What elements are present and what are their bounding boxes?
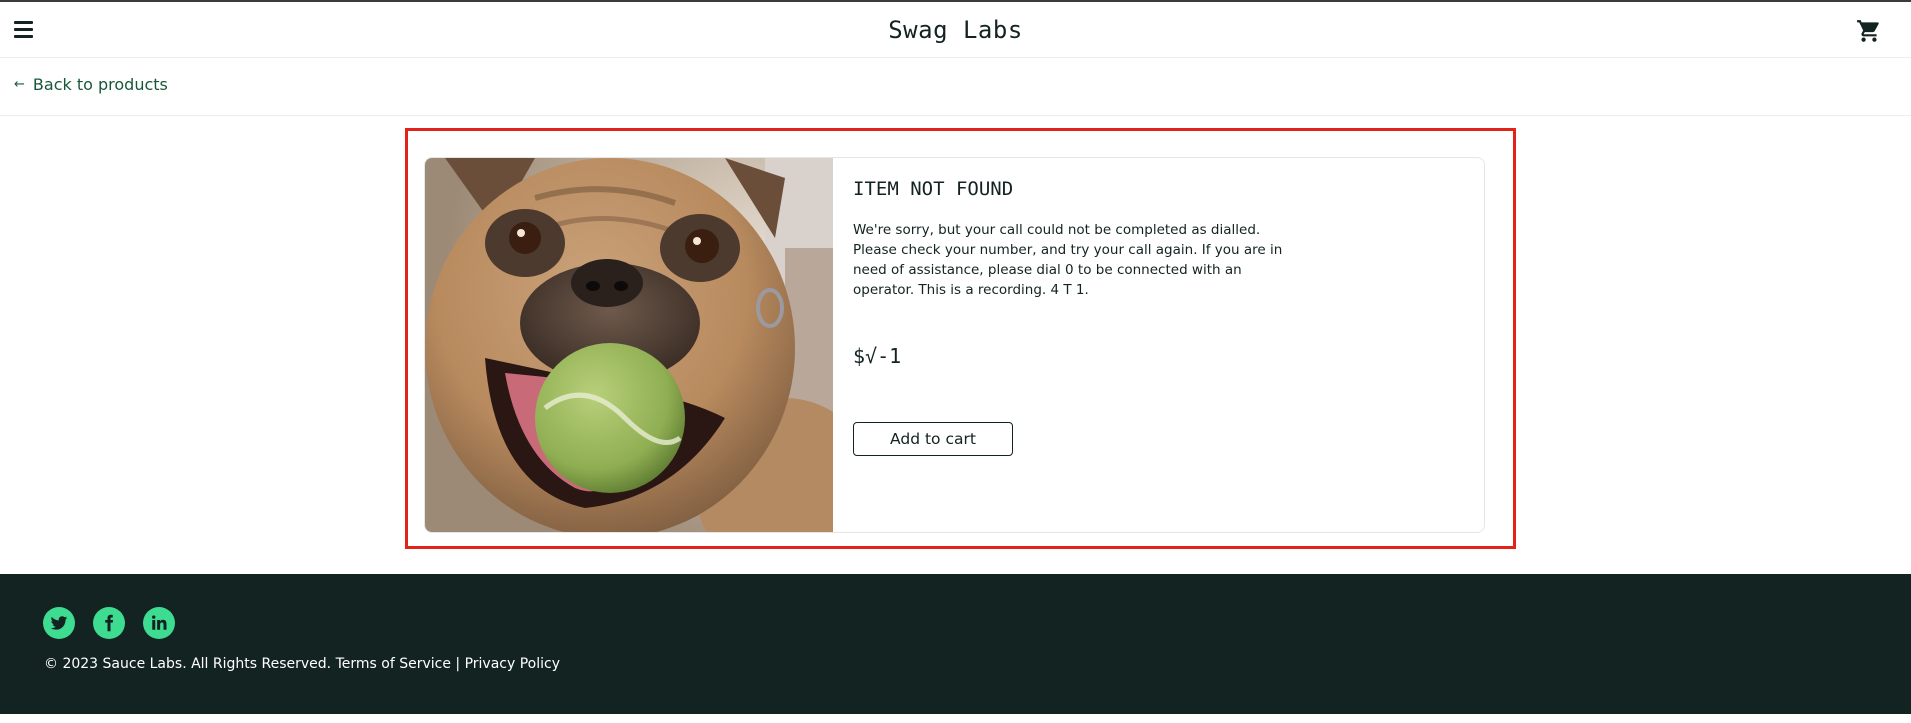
app-logo: Swag Labs	[888, 16, 1023, 44]
privacy-policy-link[interactable]: Privacy Policy	[465, 656, 560, 672]
product-details: ITEM NOT FOUND We're sorry, but your cal…	[853, 178, 1484, 456]
copyright-text: © 2023 Sauce Labs. All Rights Reserved. …	[44, 656, 560, 672]
arrow-left-icon: ←	[14, 77, 25, 92]
facebook-icon[interactable]	[93, 607, 125, 639]
product-image	[425, 158, 875, 532]
secondary-header: ← Back to products	[0, 58, 1911, 116]
product-details-card: ITEM NOT FOUND We're sorry, but your cal…	[424, 157, 1485, 533]
back-to-products-label: Back to products	[32, 75, 168, 94]
linkedin-icon[interactable]	[143, 607, 175, 639]
product-description: We're sorry, but your call could not be …	[853, 222, 1283, 298]
copyright-label: © 2023 Sauce Labs. All Rights Reserved.	[44, 656, 332, 672]
twitter-icon[interactable]	[43, 607, 75, 639]
product-name: ITEM NOT FOUND	[853, 178, 1014, 200]
back-to-products-link[interactable]: ← Back to products	[14, 75, 168, 94]
add-to-cart-button[interactable]: Add to cart	[853, 422, 1013, 456]
terms-of-service-link[interactable]: Terms of Service	[336, 656, 451, 672]
product-price: $√-1	[853, 344, 902, 368]
footer: © 2023 Sauce Labs. All Rights Reserved. …	[0, 574, 1911, 714]
shopping-cart-icon[interactable]	[1856, 18, 1882, 44]
header: Swag Labs	[0, 2, 1911, 58]
hamburger-menu-icon[interactable]	[14, 21, 34, 39]
footer-separator: |	[455, 656, 461, 672]
